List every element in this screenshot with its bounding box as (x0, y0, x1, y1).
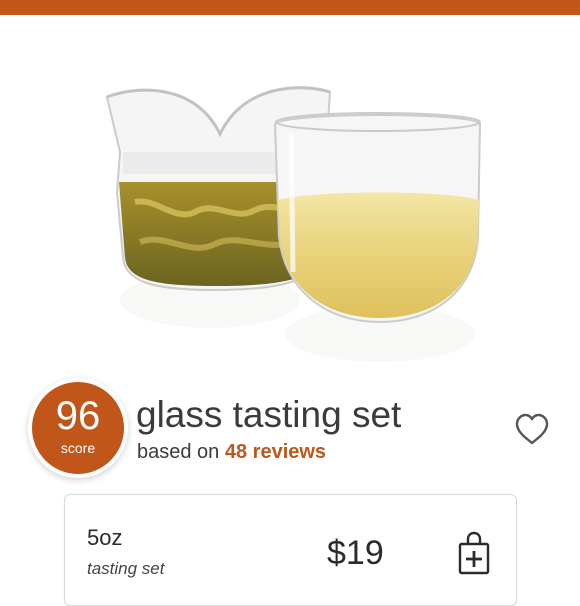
product-image (105, 86, 482, 362)
top-accent-bar (0, 0, 580, 15)
option-size: 5oz (87, 525, 123, 550)
option-price: $19 (327, 534, 384, 572)
heart-outline-icon[interactable] (514, 412, 550, 448)
reviews-line: based on 48 reviews (137, 440, 326, 464)
product-title: glass tasting set (136, 394, 402, 435)
score-badge: 96 score (32, 382, 124, 474)
purchase-option-card[interactable]: 5oz tasting set $19 (64, 494, 517, 606)
reviews-link[interactable]: 48 reviews (225, 441, 326, 463)
reviews-prefix: based on (137, 441, 225, 463)
score-label: score (60, 440, 96, 456)
glass-cup (273, 112, 482, 324)
option-description: tasting set (87, 559, 165, 578)
score-value: 96 (55, 394, 101, 438)
add-to-bag-icon[interactable] (457, 531, 491, 575)
